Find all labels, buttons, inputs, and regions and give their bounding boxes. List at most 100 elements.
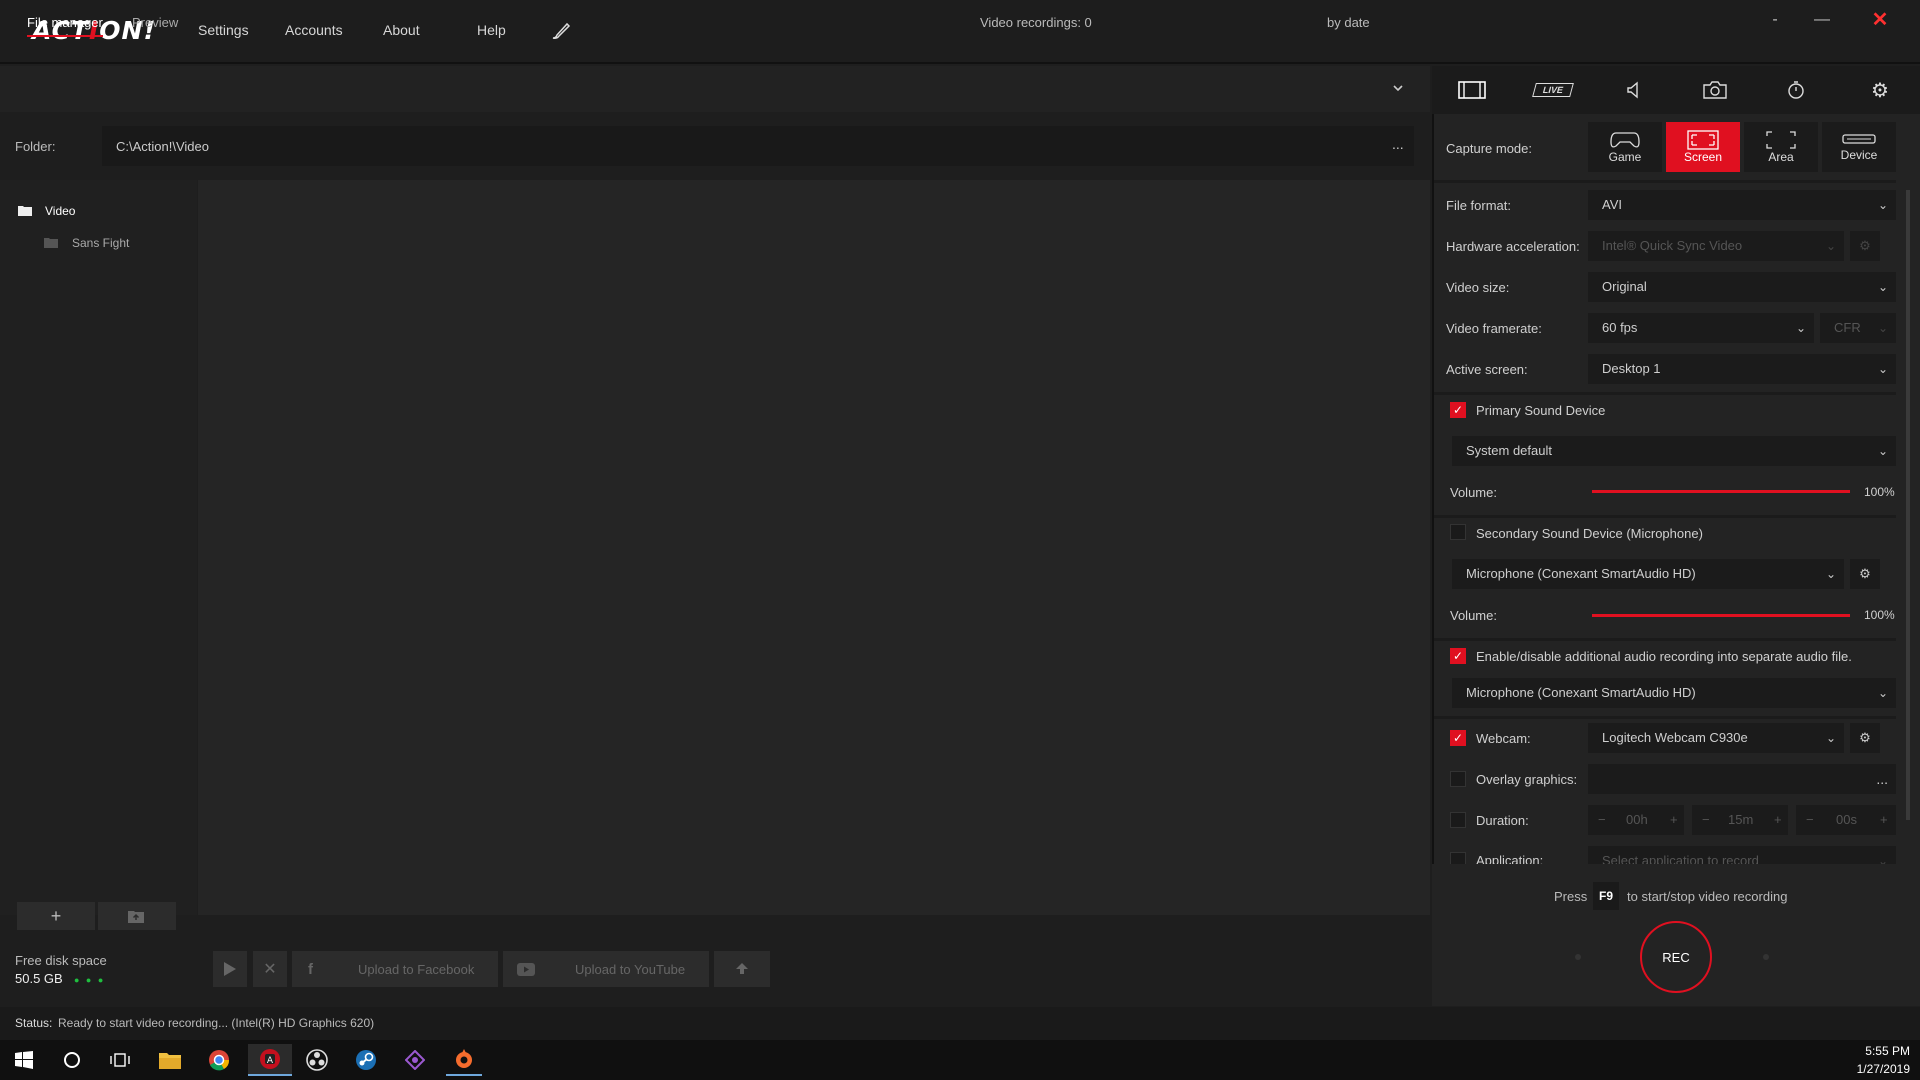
primary-volume-slider[interactable] (1592, 490, 1850, 493)
tree-item-video[interactable]: Video (45, 204, 75, 218)
hw-accel-settings-button[interactable]: ⚙ (1850, 231, 1880, 261)
tab-audio[interactable] (1594, 66, 1674, 114)
tab-live[interactable]: LIVE (1513, 66, 1593, 114)
secondary-sound-dropdown[interactable]: Microphone (Conexant SmartAudio HD) ⌄ (1452, 559, 1844, 589)
chevron-down-icon[interactable] (1392, 82, 1404, 97)
close-button[interactable]: ✕ (1860, 8, 1900, 32)
play-button[interactable] (213, 951, 247, 987)
origin-icon[interactable] (446, 1044, 482, 1076)
menu-settings[interactable]: Settings (198, 22, 249, 38)
additional-audio-dropdown[interactable]: Microphone (Conexant SmartAudio HD) ⌄ (1452, 678, 1896, 708)
clock-date[interactable]: 1/27/2019 (1852, 1062, 1910, 1076)
steam-icon[interactable] (348, 1044, 384, 1076)
video-size-dropdown[interactable]: Original ⌄ (1588, 272, 1896, 302)
chevron-down-icon: ⌄ (1877, 854, 1888, 864)
capture-mode-device-label: Device (1840, 148, 1878, 162)
divider (1434, 392, 1896, 395)
file-format-dropdown[interactable]: AVI ⌄ (1588, 190, 1896, 220)
duration-hours-value: 00h (1626, 812, 1648, 827)
obs-icon[interactable] (299, 1044, 335, 1076)
overlay-checkbox[interactable] (1450, 771, 1466, 787)
capture-mode-label: Capture mode: (1446, 141, 1532, 156)
webcam-label: Webcam: (1476, 731, 1531, 746)
menu-accounts[interactable]: Accounts (285, 22, 343, 38)
duration-checkbox[interactable] (1450, 812, 1466, 828)
delete-button[interactable]: ✕ (253, 951, 287, 987)
webcam-dropdown[interactable]: Logitech Webcam C930e ⌄ (1588, 723, 1844, 753)
film-icon (1458, 81, 1486, 99)
open-folder-button[interactable] (98, 902, 176, 930)
webcam-settings-button[interactable]: ⚙ (1850, 723, 1880, 753)
close-icon: ✕ (263, 961, 277, 978)
tab-scheduler[interactable] (1756, 66, 1836, 114)
upload-button[interactable] (714, 951, 770, 987)
purple-app-icon[interactable] (397, 1044, 433, 1076)
capture-mode-screen[interactable]: Screen (1666, 122, 1740, 172)
hw-accel-dropdown[interactable]: Intel® Quick Sync Video ⌄ (1588, 231, 1844, 261)
framerate-mode-dropdown[interactable]: CFR ⌄ (1820, 313, 1896, 343)
tab-video[interactable] (1432, 66, 1512, 114)
clock-time: 5:55 PM (1865, 1044, 1910, 1058)
cortana-icon[interactable] (54, 1044, 90, 1076)
framerate-dropdown[interactable]: 60 fps ⌄ (1588, 313, 1814, 343)
secondary-sound-checkbox[interactable] (1450, 524, 1466, 540)
plus-icon[interactable]: + (1880, 805, 1888, 835)
chevron-down-icon: ⌄ (1825, 239, 1836, 253)
free-disk-space-value: 50.5 GB (15, 971, 63, 986)
plus-icon[interactable]: + (1774, 805, 1782, 835)
secondary-sound-settings-button[interactable]: ⚙ (1850, 559, 1880, 589)
tab-file-manager[interactable]: File manager (27, 15, 103, 37)
secondary-sound-label: Secondary Sound Device (Microphone) (1476, 526, 1703, 541)
add-folder-button[interactable]: + (17, 902, 95, 930)
brush-icon[interactable] (550, 20, 572, 42)
menu-help[interactable]: Help (477, 22, 506, 38)
webcam-checkbox[interactable]: ✓ (1450, 730, 1466, 746)
rec-button[interactable]: REC (1640, 921, 1712, 993)
folder-path-field[interactable] (102, 126, 1414, 166)
primary-sound-dropdown[interactable]: System default ⌄ (1452, 436, 1896, 466)
framerate-mode-value: CFR (1834, 320, 1861, 335)
file-explorer-icon[interactable] (152, 1044, 188, 1076)
duration-seconds[interactable]: − 00s + (1796, 805, 1896, 835)
plus-icon[interactable]: + (1670, 805, 1678, 835)
capture-mode-device[interactable]: Device (1822, 122, 1896, 172)
overlay-browse-button[interactable]: ... (1876, 764, 1888, 794)
minus-icon[interactable]: − (1598, 805, 1606, 835)
minus-icon[interactable]: − (1806, 805, 1814, 835)
chrome-icon[interactable] (201, 1044, 237, 1076)
sort-dropdown[interactable]: by date (1327, 15, 1370, 30)
menu-about[interactable]: About (383, 22, 420, 38)
tab-preview[interactable]: Preview (132, 15, 178, 30)
chevron-down-icon: ⌄ (1825, 567, 1836, 581)
additional-audio-checkbox[interactable]: ✓ (1450, 648, 1466, 664)
action-app-icon[interactable]: A (248, 1044, 292, 1076)
secondary-volume-slider[interactable] (1592, 614, 1850, 617)
duration-minutes[interactable]: − 15m + (1692, 805, 1788, 835)
windows-start-icon[interactable] (6, 1044, 42, 1076)
primary-sound-checkbox[interactable]: ✓ (1450, 402, 1466, 418)
primary-sound-label: Primary Sound Device (1476, 403, 1606, 418)
task-view-icon[interactable] (102, 1044, 138, 1076)
minus-icon[interactable]: − (1702, 805, 1710, 835)
capture-mode-game[interactable]: Game (1588, 122, 1662, 172)
settings-scrollbar[interactable] (1906, 190, 1910, 820)
capture-mode-area[interactable]: Area (1744, 122, 1818, 172)
active-screen-dropdown[interactable]: Desktop 1 ⌄ (1588, 354, 1896, 384)
application-checkbox[interactable] (1450, 852, 1466, 864)
maximize-button[interactable]: — (1802, 8, 1842, 32)
capture-mode-game-label: Game (1608, 150, 1642, 164)
tree-item-sans-fight[interactable]: Sans Fight (72, 236, 129, 250)
overlay-field[interactable]: ... (1588, 764, 1896, 794)
tab-screenshot[interactable] (1675, 66, 1755, 114)
tab-settings[interactable]: ⚙ (1840, 66, 1920, 114)
application-dropdown[interactable]: Select application to record ⌄ (1588, 846, 1896, 864)
timer-icon (1788, 81, 1804, 99)
folder-path: C:\Action!\Video (116, 139, 209, 154)
upload-facebook-button[interactable]: f Upload to Facebook (292, 951, 498, 987)
upload-youtube-button[interactable]: Upload to YouTube (503, 951, 709, 987)
folder-browse-button[interactable]: ... (1392, 136, 1404, 152)
framerate-label: Video framerate: (1446, 321, 1542, 336)
minimize-button[interactable]: - (1755, 8, 1795, 32)
gear-icon: ⚙ (1859, 566, 1871, 581)
duration-hours[interactable]: − 00h + (1588, 805, 1684, 835)
